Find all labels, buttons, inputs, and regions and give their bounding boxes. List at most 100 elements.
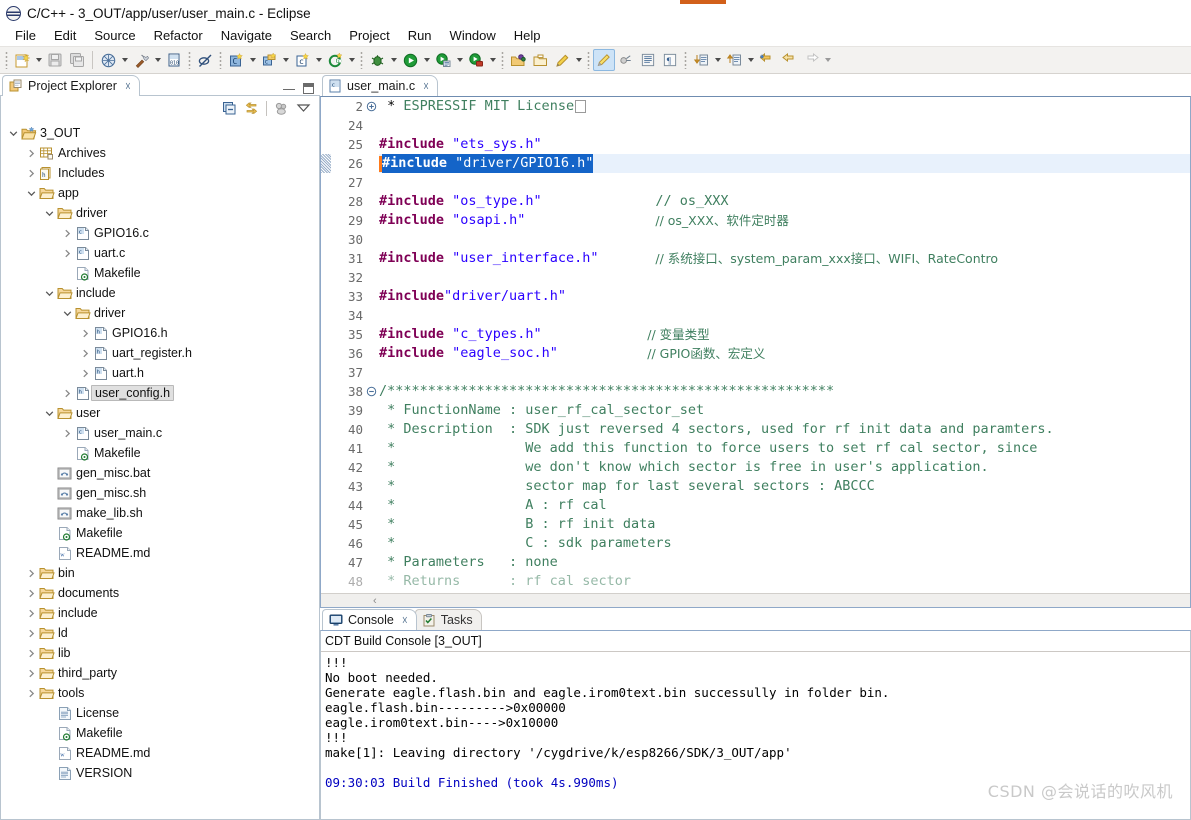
- menu-file[interactable]: File: [6, 26, 45, 45]
- chevron-right-icon[interactable]: [25, 169, 38, 178]
- tree-item-readme-md[interactable]: w README.md: [1, 743, 319, 763]
- tree-item-tools[interactable]: tools: [1, 683, 319, 703]
- new-cpp-project-dropdown-arrow[interactable]: [280, 49, 291, 71]
- tree-item-makefile[interactable]: Makefile: [1, 443, 319, 463]
- chevron-right-icon[interactable]: [25, 569, 38, 578]
- project-tree[interactable]: 3_OUT Archives h Includes app driver c GPIO16.c…: [0, 120, 320, 820]
- tree-item-include[interactable]: include: [1, 603, 319, 623]
- new-c-file-dropdown-arrow[interactable]: [313, 49, 324, 71]
- chevron-right-icon[interactable]: [61, 389, 74, 398]
- chevron-right-icon[interactable]: [25, 669, 38, 678]
- menu-help[interactable]: Help: [505, 26, 550, 45]
- code-lines[interactable]: * ESPRESSIF MIT License #include "ets_sys…: [379, 97, 1190, 593]
- toolbar-drag-handle-2[interactable]: [188, 51, 191, 69]
- maximize-icon[interactable]: [303, 83, 314, 94]
- code-line[interactable]: /***************************************…: [379, 382, 1190, 401]
- tree-item-make-lib-sh[interactable]: make_lib.sh: [1, 503, 319, 523]
- code-line[interactable]: [379, 363, 1190, 382]
- menu-window[interactable]: Window: [441, 26, 505, 45]
- code-line[interactable]: * A : rf cal: [379, 496, 1190, 515]
- source-editor[interactable]: 2 24 25 26 27 28 29 30 31 32 33 34 35 36 37 38 39 40 41 42 4…: [320, 96, 1191, 608]
- toggle-mark-occurrences-icon[interactable]: [593, 49, 615, 71]
- chevron-right-icon[interactable]: [25, 609, 38, 618]
- open-element-icon[interactable]: [507, 49, 529, 71]
- tree-item-license[interactable]: License: [1, 703, 319, 723]
- menu-refactor[interactable]: Refactor: [145, 26, 212, 45]
- tree-item-gpio16-h[interactable]: h GPIO16.h: [1, 323, 319, 343]
- tree-item-gpio16-c[interactable]: c GPIO16.c: [1, 223, 319, 243]
- tree-item-lib[interactable]: lib: [1, 643, 319, 663]
- code-line[interactable]: [379, 116, 1190, 135]
- tree-item-third-party[interactable]: third_party: [1, 663, 319, 683]
- tree-item-readme-md[interactable]: w README.md: [1, 543, 319, 563]
- code-line[interactable]: * we don't know which sector is free in …: [379, 458, 1190, 477]
- code-line[interactable]: * Returns : rf cal sector: [379, 572, 1190, 591]
- forward-icon[interactable]: [800, 49, 822, 71]
- chevron-right-icon[interactable]: [25, 629, 38, 638]
- binary-icon[interactable]: 010: [163, 49, 185, 71]
- last-edit-location-icon[interactable]: [756, 49, 778, 71]
- pencil-edit-icon[interactable]: [551, 49, 573, 71]
- chevron-right-icon[interactable]: [25, 589, 38, 598]
- pilcrow-icon[interactable]: ¶: [659, 49, 681, 71]
- fold-collapse-icon[interactable]: [365, 382, 379, 401]
- new-c-file-icon[interactable]: c: [291, 49, 313, 71]
- chevron-right-icon[interactable]: [79, 369, 92, 378]
- debug-dropdown-arrow[interactable]: [388, 49, 399, 71]
- toolbar-drag-handle-4[interactable]: [360, 51, 363, 69]
- link-with-editor-icon[interactable]: [244, 101, 259, 116]
- tab-console[interactable]: Console ☓: [322, 609, 417, 630]
- code-line[interactable]: * B : rf init data: [379, 515, 1190, 534]
- tree-item-makefile[interactable]: Makefile: [1, 523, 319, 543]
- tree-item-driver[interactable]: driver: [1, 303, 319, 323]
- build-all-dropdown-arrow[interactable]: [119, 49, 130, 71]
- code-line[interactable]: #include "user_interface.h" // 系统接口、syst…: [379, 249, 1190, 268]
- save-all-icon[interactable]: [66, 49, 88, 71]
- code-line[interactable]: * Parameters : none: [379, 553, 1190, 572]
- chevron-down-icon[interactable]: [61, 309, 74, 318]
- new-cpp-project-icon[interactable]: c: [258, 49, 280, 71]
- next-annotation-dropdown-arrow[interactable]: [712, 49, 723, 71]
- hammer-build-dropdown-arrow[interactable]: [152, 49, 163, 71]
- prev-annotation-dropdown-arrow[interactable]: [745, 49, 756, 71]
- tree-item-makefile[interactable]: Makefile: [1, 263, 319, 283]
- code-line[interactable]: * FunctionName : user_rf_cal_sector_set: [379, 401, 1190, 420]
- new-file-icon[interactable]: [11, 49, 33, 71]
- code-line[interactable]: * ESPRESSIF MIT License: [379, 97, 1190, 116]
- tree-item-uart-c[interactable]: c uart.c: [1, 243, 319, 263]
- chevron-down-icon[interactable]: [43, 409, 56, 418]
- editor-text-area[interactable]: 2 24 25 26 27 28 29 30 31 32 33 34 35 36 37 38 39 40 41 42 4…: [321, 97, 1190, 593]
- build-all-icon[interactable]: [97, 49, 119, 71]
- menu-edit[interactable]: Edit: [45, 26, 85, 45]
- code-line[interactable]: #include "driver/GPIO16.h": [379, 154, 1190, 173]
- chevron-right-icon[interactable]: [25, 149, 38, 158]
- chevron-down-icon[interactable]: [25, 189, 38, 198]
- toolbar-drag-handle-7[interactable]: [684, 51, 687, 69]
- tree-item-user-main-c[interactable]: c user_main.c: [1, 423, 319, 443]
- code-line[interactable]: #include "driver/uart.h": [379, 287, 1190, 306]
- tree-item-uart-register-h[interactable]: h uart_register.h: [1, 343, 319, 363]
- tree-item-3-out[interactable]: 3_OUT: [1, 123, 319, 143]
- menu-run[interactable]: Run: [399, 26, 441, 45]
- chevron-down-icon[interactable]: [43, 209, 56, 218]
- skip-breakpoints-icon[interactable]: [194, 49, 216, 71]
- collapse-all-icon[interactable]: [222, 101, 237, 116]
- menu-search[interactable]: Search: [281, 26, 340, 45]
- tree-item-user-config-h[interactable]: h user_config.h: [1, 383, 319, 403]
- code-line[interactable]: * sector map for last several sectors : …: [379, 477, 1190, 496]
- tree-item-archives[interactable]: Archives: [1, 143, 319, 163]
- tree-item-include[interactable]: include: [1, 283, 319, 303]
- tree-item-documents[interactable]: documents: [1, 583, 319, 603]
- tab-user-main-c[interactable]: c user_main.c ☓: [322, 75, 438, 96]
- menu-source[interactable]: Source: [85, 26, 144, 45]
- focus-on-active-task-icon[interactable]: [274, 101, 289, 116]
- fold-expand-icon[interactable]: [365, 97, 379, 116]
- close-icon[interactable]: ☓: [402, 614, 408, 627]
- tree-item-app[interactable]: app: [1, 183, 319, 203]
- new-c-project-dropdown-arrow[interactable]: [247, 49, 258, 71]
- code-line[interactable]: #include "eagle_soc.h" // GPIO函数、宏定义: [379, 344, 1190, 363]
- toolbar-drag-handle-6[interactable]: [587, 51, 590, 69]
- tab-tasks[interactable]: Tasks: [414, 609, 482, 630]
- scroll-left-icon[interactable]: ‹: [373, 595, 377, 607]
- save-icon[interactable]: [44, 49, 66, 71]
